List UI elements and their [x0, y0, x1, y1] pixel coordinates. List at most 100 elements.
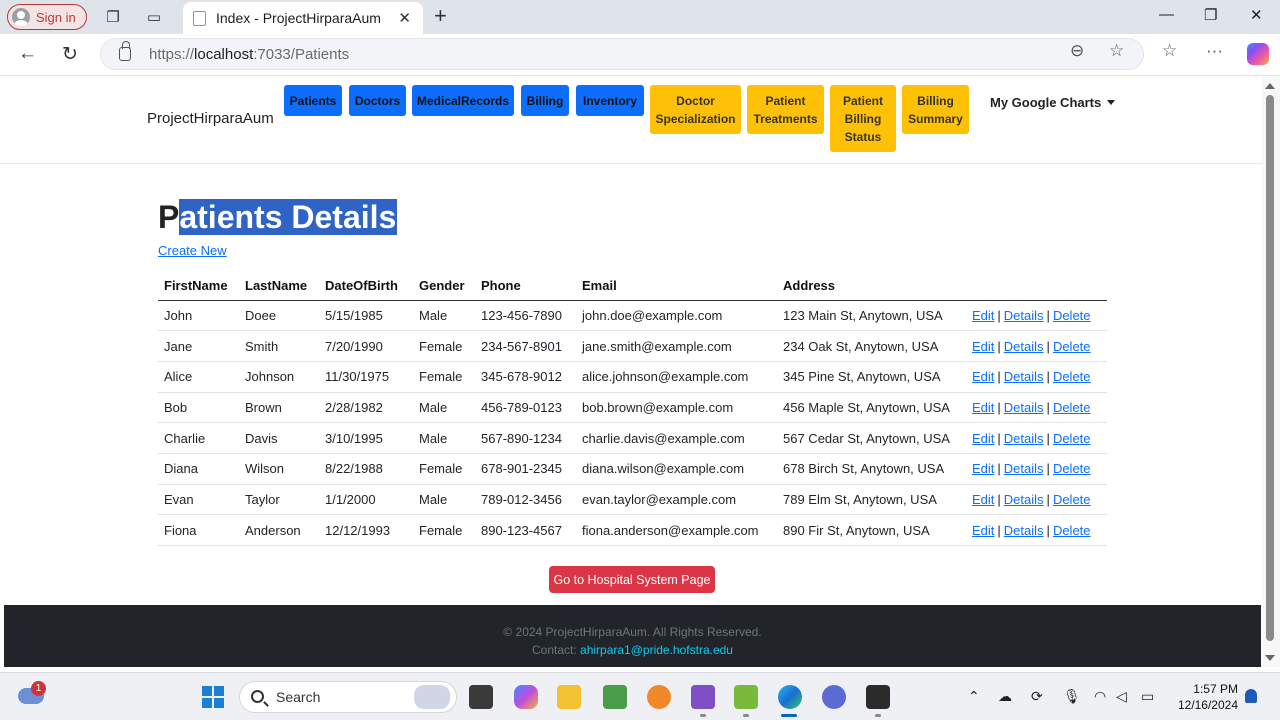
site-navbar: ProjectHirparaAum Patients Doctors Medic…	[0, 77, 1262, 164]
workspaces-icon[interactable]: ❐	[103, 7, 123, 27]
address-bar[interactable]: https://localhost:7033/Patients	[100, 38, 1144, 70]
tab-actions-icon[interactable]: ▭	[144, 7, 164, 27]
nav-patient-treatments-button[interactable]: Patient Treatments	[747, 85, 824, 134]
copilot-app-icon[interactable]	[514, 685, 538, 709]
table-row: Charlie Davis 3/10/1995 Male 567-890-1234 cha…	[158, 422, 1107, 454]
taskbar-search[interactable]: Search	[239, 681, 457, 713]
nav-billing-summary-button[interactable]: Billing Summary	[902, 85, 969, 134]
url-prefix: https://	[149, 45, 195, 63]
nav-billing-button[interactable]: Billing	[521, 85, 569, 116]
system-clock[interactable]: 1:57 PM 12/16/2024	[1172, 681, 1238, 713]
minimize-icon[interactable]: —	[1159, 6, 1174, 23]
refresh-icon[interactable]: ↻	[62, 43, 78, 66]
action-separator: |	[997, 522, 1001, 538]
settings-gear-icon[interactable]	[822, 685, 846, 709]
delete-link[interactable]: Delete	[1053, 400, 1091, 415]
column-header-actions	[966, 272, 1107, 301]
nav-doctors-button[interactable]: Doctors	[349, 85, 406, 116]
column-header-email: Email	[576, 272, 777, 301]
cell-firstname: Evan	[158, 484, 239, 516]
nav-doctor-specialization-button[interactable]: Doctor Specialization	[650, 85, 741, 134]
edge-browser-icon[interactable]	[778, 685, 802, 709]
nav-patient-billing-status-button[interactable]: Patient Billing Status	[830, 85, 896, 152]
action-separator: |	[1046, 338, 1050, 354]
close-tab-icon[interactable]: ✕	[398, 9, 411, 27]
delete-link[interactable]: Delete	[1053, 431, 1091, 446]
details-link[interactable]: Details	[1004, 492, 1044, 507]
onedrive-cloud-icon[interactable]: ☁	[998, 688, 1012, 705]
hospital-system-button[interactable]: Go to Hospital System Page	[549, 566, 715, 593]
file-explorer-icon[interactable]	[557, 685, 581, 709]
visual-studio-icon[interactable]	[691, 685, 715, 709]
footer-email-link[interactable]: ahirpara1@pride.hofstra.edu	[580, 643, 733, 657]
column-header-phone: Phone	[475, 272, 576, 301]
restore-icon[interactable]: ❐	[1204, 6, 1217, 24]
sync-icon[interactable]: ⟳	[1031, 688, 1043, 705]
delete-link[interactable]: Delete	[1053, 308, 1091, 323]
copilot-icon[interactable]	[1247, 43, 1269, 65]
edit-link[interactable]: Edit	[972, 431, 994, 446]
details-link[interactable]: Details	[1004, 369, 1044, 384]
wifi-icon[interactable]: ◠	[1094, 688, 1106, 705]
details-link[interactable]: Details	[1004, 461, 1044, 476]
task-view-icon[interactable]	[469, 685, 493, 709]
terminal-icon[interactable]	[866, 685, 890, 709]
details-link[interactable]: Details	[1004, 523, 1044, 538]
create-new-link[interactable]: Create New	[158, 243, 227, 258]
cell-address: 567 Cedar St, Anytown, USA	[777, 422, 966, 454]
edit-link[interactable]: Edit	[972, 461, 994, 476]
page-title: Patients Details	[158, 197, 398, 237]
scroll-down-icon[interactable]	[1265, 655, 1275, 661]
details-link[interactable]: Details	[1004, 400, 1044, 415]
back-icon[interactable]: ←	[18, 43, 37, 65]
zoom-icon[interactable]: ⊖	[1070, 41, 1084, 61]
start-windows-icon[interactable]	[202, 686, 224, 708]
nav-medicalrecords-button[interactable]: MedicalRecords	[412, 85, 514, 116]
more-menu-icon[interactable]: ···	[1206, 41, 1223, 61]
notifications-bell-icon[interactable]	[1245, 689, 1257, 703]
table-row: John Doee 5/15/1985 Male 123-456-7890 john.do…	[158, 300, 1107, 332]
cell-actions: Edit | Details | Delete	[966, 300, 1107, 332]
edit-link[interactable]: Edit	[972, 523, 994, 538]
edit-link[interactable]: Edit	[972, 492, 994, 507]
site-brand[interactable]: ProjectHirparaAum	[147, 110, 274, 127]
nav-inventory-button[interactable]: Inventory	[576, 85, 644, 116]
edit-link[interactable]: Edit	[972, 308, 994, 323]
delete-link[interactable]: Delete	[1053, 339, 1091, 354]
app-orange-icon[interactable]	[647, 685, 671, 709]
scrollbar-thumb[interactable]	[1266, 95, 1274, 641]
details-link[interactable]: Details	[1004, 431, 1044, 446]
scroll-up-icon[interactable]	[1265, 83, 1275, 89]
excel-like-icon[interactable]	[603, 685, 627, 709]
action-separator: |	[1046, 522, 1050, 538]
close-window-icon[interactable]: ✕	[1250, 6, 1263, 24]
delete-link[interactable]: Delete	[1053, 523, 1091, 538]
edit-link[interactable]: Edit	[972, 369, 994, 384]
favorites-icon[interactable]: ☆	[1162, 41, 1177, 61]
microphone-icon[interactable]: 🎙	[1063, 688, 1081, 705]
table-row: Alice Johnson 11/30/1975 Female 345-678-9012…	[158, 361, 1107, 393]
edit-link[interactable]: Edit	[972, 400, 994, 415]
delete-link[interactable]: Delete	[1053, 492, 1091, 507]
snipping-tool-icon[interactable]	[734, 685, 758, 709]
cell-dateofbirth: 11/30/1975	[319, 361, 413, 393]
delete-link[interactable]: Delete	[1053, 369, 1091, 384]
show-hidden-icons-chevron-icon[interactable]: ⌃	[968, 688, 980, 705]
delete-link[interactable]: Delete	[1053, 461, 1091, 476]
battery-icon[interactable]: ▭	[1141, 688, 1154, 705]
details-link[interactable]: Details	[1004, 339, 1044, 354]
details-link[interactable]: Details	[1004, 308, 1044, 323]
volume-icon[interactable]: ◁	[1116, 688, 1127, 705]
nav-patients-button[interactable]: Patients	[284, 85, 342, 116]
favorite-star-icon[interactable]: ☆	[1109, 41, 1124, 61]
cell-actions: Edit | Details | Delete	[966, 392, 1107, 424]
cell-phone: 345-678-9012	[475, 361, 576, 393]
google-charts-dropdown[interactable]: My Google Charts	[990, 95, 1116, 110]
cell-dateofbirth: 8/22/1988	[319, 453, 413, 485]
page-scrollbar[interactable]	[1262, 77, 1280, 667]
browser-tab-active[interactable]: Index - ProjectHirparaAum ✕	[183, 2, 423, 34]
new-tab-icon[interactable]: +	[434, 5, 447, 27]
caret-down-icon	[1107, 100, 1116, 105]
edit-link[interactable]: Edit	[972, 339, 994, 354]
sign-in-button[interactable]: Sign in	[7, 4, 87, 30]
